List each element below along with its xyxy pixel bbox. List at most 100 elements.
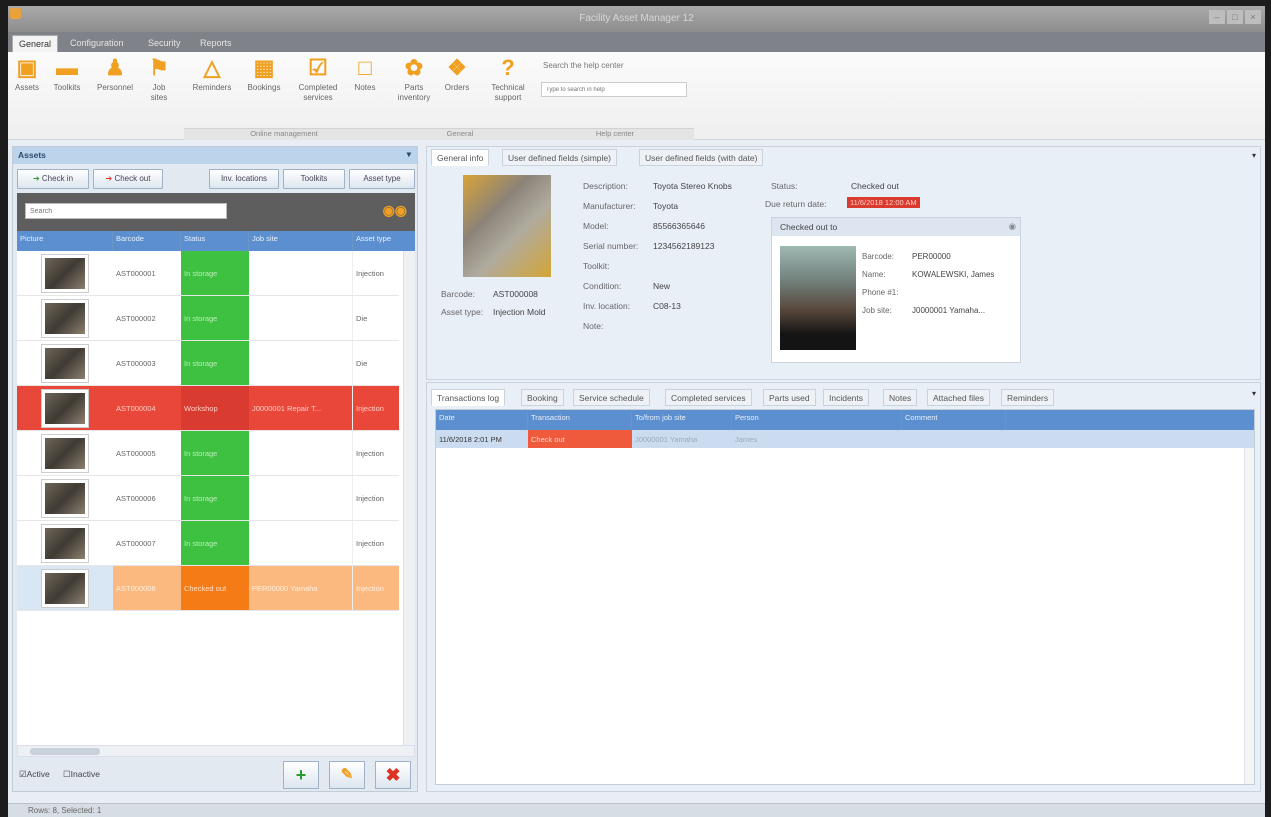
table-row[interactable]: AST000006 In storage Injection	[17, 476, 399, 521]
ribbon-bookings-button[interactable]: ▦ Bookings	[244, 56, 284, 126]
barcode-cell: AST000006	[116, 493, 156, 503]
col-picture[interactable]: Picture	[17, 231, 113, 251]
toolkits-button[interactable]: Toolkits	[283, 169, 345, 189]
tab-user-defined-simple[interactable]: User defined fields (simple)	[502, 149, 617, 166]
status-cell: In storage	[181, 431, 249, 475]
col-job-site[interactable]: Job site	[249, 231, 353, 251]
delete-asset-button[interactable]: ✖	[375, 761, 411, 789]
asset-thumbnail	[41, 389, 89, 428]
transaction-row[interactable]: 11/6/2018 2:01 PM Check out J0000001 Yam…	[436, 430, 1254, 448]
log-scrollbar[interactable]	[1244, 448, 1254, 784]
close-window-button[interactable]: ×	[1245, 10, 1261, 24]
tab-general-info[interactable]: General info	[431, 149, 490, 166]
pin-icon[interactable]: ▾	[407, 149, 411, 160]
checked-out-to-box: Checked out to ◉ Barcode: PER00000 Name: …	[771, 217, 1021, 363]
table-row[interactable]: AST000007 In storage Injection	[17, 521, 399, 566]
ribbon-job-sites-button[interactable]: ⚑ Job sites	[144, 56, 174, 126]
ribbon-notes-button[interactable]: □ Notes	[350, 56, 380, 126]
ribbon-toolkits-button[interactable]: ▬ Toolkits	[48, 56, 86, 126]
asset-type-button[interactable]: Asset type	[349, 169, 415, 189]
col-person[interactable]: Person	[732, 410, 902, 430]
asset-type-cell: Injection	[356, 448, 384, 458]
maximize-button[interactable]: □	[1227, 10, 1243, 24]
inactive-checkbox[interactable]: ☐	[63, 769, 71, 779]
bookings-icon: ▦	[253, 55, 275, 80]
log-tab[interactable]: Completed services	[665, 389, 752, 406]
col-date[interactable]: Date	[436, 410, 528, 430]
scroll-thumb[interactable]	[30, 748, 100, 755]
person-photo	[780, 246, 856, 350]
log-tab[interactable]: Service schedule	[573, 389, 650, 406]
table-row[interactable]: AST000005 In storage Injection	[17, 431, 399, 476]
field-label: Serial number:	[583, 241, 639, 251]
job-site-cell: PER00000 Yamaha	[249, 566, 353, 610]
col-status[interactable]: Status	[181, 231, 249, 251]
check-in-icon: ➔	[32, 174, 40, 183]
table-row[interactable]: AST000002 In storage Die	[17, 296, 399, 341]
title-bar: Facility Asset Manager 12 – □ ×	[8, 6, 1265, 32]
col-asset-type[interactable]: Asset type	[353, 231, 415, 251]
ribbon-orders-button[interactable]: ❖ Orders	[440, 56, 474, 126]
person-field-value: KOWALEWSKI, James	[912, 270, 995, 279]
barcode-cell: AST000002	[116, 313, 156, 323]
asset-search-input[interactable]	[25, 203, 227, 219]
panel-menu-icon[interactable]: ▾	[1252, 151, 1256, 160]
log-tab[interactable]: Transactions log	[431, 389, 506, 406]
ribbon-parts-inventory-button[interactable]: ✿ Parts inventory	[388, 56, 440, 126]
barcode-cell: AST000005	[116, 448, 156, 458]
ribbon-assets-button[interactable]: ▣ Assets	[10, 56, 44, 126]
check-in-button[interactable]: ➔ Check in	[17, 169, 89, 189]
horizontal-scrollbar[interactable]	[17, 745, 415, 757]
table-row[interactable]: AST000003 In storage Die	[17, 341, 399, 386]
tab-user-defined-date[interactable]: User defined fields (with date)	[639, 149, 764, 166]
tab-general[interactable]: General	[12, 35, 59, 52]
ribbon-completed-services-button[interactable]: ☑ Completed services	[290, 56, 346, 126]
tab-security[interactable]: Security	[142, 35, 187, 52]
asset-thumbnail	[41, 254, 89, 293]
asset-thumbnail	[41, 569, 89, 608]
ribbon-reminders-button[interactable]: △ Reminders	[184, 56, 240, 126]
asset-table-body: AST000001 In storage Injection AST000002…	[17, 251, 415, 747]
asset-photo	[463, 175, 551, 277]
binoculars-icon[interactable]: ◉◉	[383, 202, 407, 219]
log-tab[interactable]: Booking	[521, 389, 564, 406]
field-value: 1234562189123	[653, 241, 715, 251]
minimize-button[interactable]: –	[1209, 10, 1225, 24]
field-label: Condition:	[583, 281, 622, 291]
ribbon-technical-support-button[interactable]: ? Technical support	[482, 56, 534, 126]
log-tab[interactable]: Notes	[883, 389, 918, 406]
inactive-filter[interactable]: ☐Inactive	[63, 769, 100, 780]
inv-locations-button[interactable]: Inv. locations	[209, 169, 279, 189]
barcode-value: AST000008	[493, 289, 538, 299]
log-tab[interactable]: Attached files	[927, 389, 991, 406]
log-menu-icon[interactable]: ▾	[1252, 389, 1256, 398]
table-row[interactable]: AST000001 In storage Injection	[17, 251, 399, 296]
add-asset-button[interactable]: +	[283, 761, 319, 789]
table-row[interactable]: AST000008 Checked out PER00000 Yamaha In…	[17, 566, 399, 611]
vertical-scrollbar[interactable]	[403, 251, 415, 747]
col-barcode[interactable]: Barcode	[113, 231, 181, 251]
col-transaction[interactable]: Transaction	[528, 410, 632, 430]
check-out-button[interactable]: ➔ Check out	[93, 169, 163, 189]
active-filter[interactable]: ☑Active	[19, 769, 50, 780]
collapse-icon[interactable]: ◉	[1009, 221, 1016, 232]
help-search-input[interactable]	[541, 82, 687, 97]
tab-reports[interactable]: Reports	[194, 35, 238, 52]
log-tab[interactable]: Reminders	[1001, 389, 1055, 406]
log-tab[interactable]: Incidents	[823, 389, 870, 406]
barcode-cell: AST000008	[116, 583, 156, 593]
col-comment[interactable]: Comment	[902, 410, 1006, 430]
person-field-label: Barcode:	[862, 252, 895, 261]
status-cell: In storage	[181, 341, 249, 385]
col-job-site[interactable]: To/from job site	[632, 410, 732, 430]
field-label: Description:	[583, 181, 628, 191]
status-cell: In storage	[181, 296, 249, 340]
tab-configuration[interactable]: Configuration	[64, 35, 130, 52]
table-row[interactable]: AST000004 Workshop J0000001 Repair T... …	[17, 386, 399, 431]
log-tab[interactable]: Parts used	[763, 389, 816, 406]
barcode-cell: AST000004	[116, 403, 156, 413]
app-window: Facility Asset Manager 12 – □ × General …	[8, 6, 1265, 817]
ribbon-personnel-button[interactable]: ♟ Personnel	[92, 56, 138, 126]
edit-asset-button[interactable]: ✎	[329, 761, 365, 789]
active-checkbox[interactable]: ☑	[19, 769, 27, 779]
